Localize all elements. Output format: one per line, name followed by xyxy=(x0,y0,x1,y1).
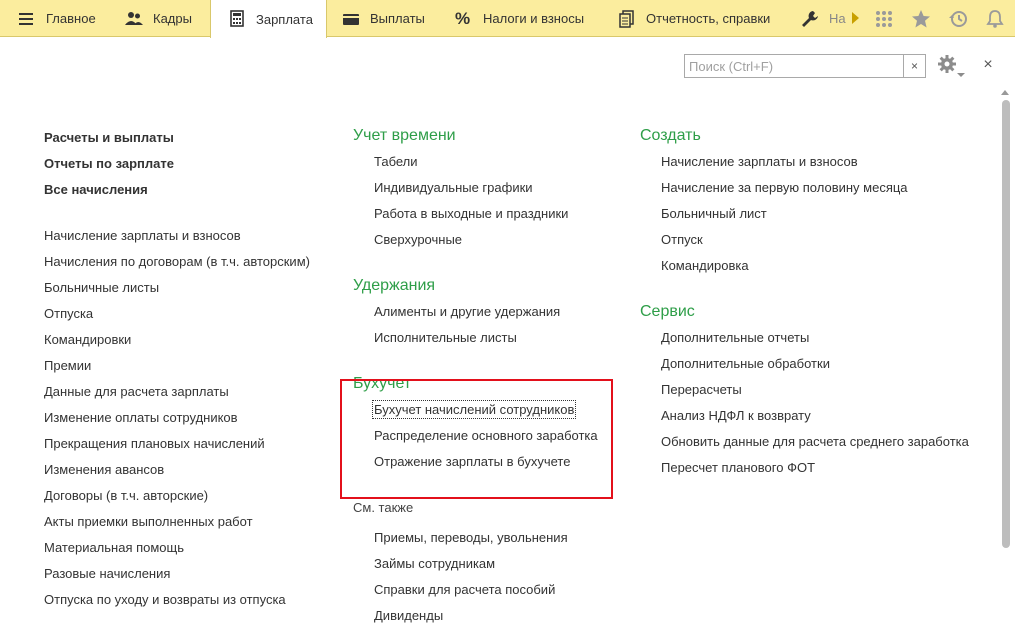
star-icon[interactable] xyxy=(909,7,933,31)
tab-personnel[interactable]: Кадры xyxy=(125,0,192,37)
scroll-up-arrow-icon[interactable] xyxy=(1001,90,1009,95)
list-item[interactable]: Дополнительные отчеты xyxy=(640,330,969,356)
wrench-icon xyxy=(801,10,819,28)
list-item[interactable]: Материальная помощь xyxy=(44,540,310,566)
list-item[interactable]: Изменение оплаты сотрудников xyxy=(44,410,310,436)
tab-settings-clipped[interactable]: На xyxy=(801,0,851,37)
list-item[interactable]: Договоры (в т.ч. авторские) xyxy=(44,488,310,514)
list-item[interactable]: Пересчет планового ФОТ xyxy=(640,460,969,486)
section-title-service: Сервис xyxy=(640,303,695,320)
list-item[interactable]: Индивидуальные графики xyxy=(353,180,598,206)
percent-icon: % xyxy=(455,8,471,28)
list-item[interactable]: Дополнительные обработки xyxy=(640,356,969,382)
list-item[interactable]: Прекращения плановых начислений xyxy=(44,436,310,462)
tab-main[interactable]: Главное xyxy=(18,0,96,37)
grid-icon[interactable] xyxy=(872,7,896,31)
wallet-icon xyxy=(342,10,360,28)
see-also-title: См. также xyxy=(353,500,414,515)
list-item[interactable]: Премии xyxy=(44,358,310,384)
section-title-deductions: Удержания xyxy=(353,277,436,294)
list-item[interactable]: Данные для расчета зарплаты xyxy=(44,384,310,410)
search-box: × xyxy=(684,54,926,78)
list-item[interactable]: Отпуска xyxy=(44,306,310,332)
tab-taxes[interactable]: % Налоги и взносы xyxy=(455,0,584,37)
list-item[interactable]: Больничные листы xyxy=(44,280,310,306)
link-salary-reports[interactable]: Отчеты по зарплате xyxy=(44,156,310,182)
list-item[interactable]: Анализ НДФЛ к возврату xyxy=(640,408,969,434)
list-item[interactable]: Займы сотрудникам xyxy=(353,556,598,582)
list-item[interactable]: Отпуска по уходу и возвраты из отпуска xyxy=(44,592,310,618)
list-item[interactable]: Командировка xyxy=(640,258,969,284)
section-title-time-tracking: Учет времени xyxy=(353,127,456,144)
documents-icon xyxy=(618,9,636,28)
list-item[interactable]: Справки для расчета пособий xyxy=(353,582,598,608)
list-item[interactable]: Исполнительные листы xyxy=(353,330,598,356)
close-button[interactable]: × xyxy=(979,55,997,75)
people-icon xyxy=(125,10,143,28)
section-title-create: Создать xyxy=(640,127,701,144)
history-icon[interactable] xyxy=(946,7,970,31)
list-item[interactable]: Больничный лист xyxy=(640,206,969,232)
list-item[interactable]: Работа в выходные и праздники xyxy=(353,206,598,232)
vertical-scrollbar[interactable] xyxy=(1002,100,1010,548)
list-item[interactable]: Сверхурочные xyxy=(353,232,598,258)
list-item[interactable]: Перерасчеты xyxy=(640,382,969,408)
highlight-frame xyxy=(340,379,613,499)
list-item[interactable]: Отпуск xyxy=(640,232,969,258)
list-item[interactable]: Начисление зарплаты и взносов xyxy=(44,228,310,254)
link-payroll-and-payments[interactable]: Расчеты и выплаты xyxy=(44,130,310,156)
list-item[interactable]: Обновить данные для расчета среднего зар… xyxy=(640,434,969,460)
search-clear-button[interactable]: × xyxy=(903,55,925,77)
column-main-links: Расчеты и выплаты Отчеты по зарплате Все… xyxy=(44,130,310,618)
bell-icon[interactable] xyxy=(983,7,1007,31)
section-tab-bar: Главное Кадры Зарплата Выплаты % Налоги … xyxy=(0,0,1015,38)
search-input[interactable] xyxy=(685,55,903,77)
tab-payments[interactable]: Выплаты xyxy=(342,0,425,37)
list-item[interactable]: Дивиденды xyxy=(353,608,598,634)
list-item[interactable]: Разовые начисления xyxy=(44,566,310,592)
settings-gear-icon[interactable] xyxy=(935,53,967,79)
tab-salary[interactable]: Зарплата xyxy=(210,0,327,38)
menu-icon xyxy=(18,10,36,28)
list-item[interactable]: Начисление зарплаты и взносов xyxy=(640,154,969,180)
link-all-accruals[interactable]: Все начисления xyxy=(44,182,310,208)
scroll-right-arrow-icon[interactable] xyxy=(852,12,859,24)
list-item[interactable]: Алименты и другие удержания xyxy=(353,304,598,330)
list-item[interactable]: Акты приемки выполненных работ xyxy=(44,514,310,540)
list-item[interactable]: Начисления по договорам (в т.ч. авторски… xyxy=(44,254,310,280)
list-item[interactable]: Изменения авансов xyxy=(44,462,310,488)
calculator-icon xyxy=(228,10,246,28)
list-item[interactable]: Начисление за первую половину месяца xyxy=(640,180,969,206)
column-sections-right: Создать Начисление зарплаты и взносов На… xyxy=(640,126,969,486)
list-item[interactable]: Командировки xyxy=(44,332,310,358)
list-item[interactable]: Приемы, переводы, увольнения xyxy=(353,530,598,556)
list-item[interactable]: Табели xyxy=(353,154,598,180)
tab-reports[interactable]: Отчетность, справки xyxy=(618,0,770,37)
